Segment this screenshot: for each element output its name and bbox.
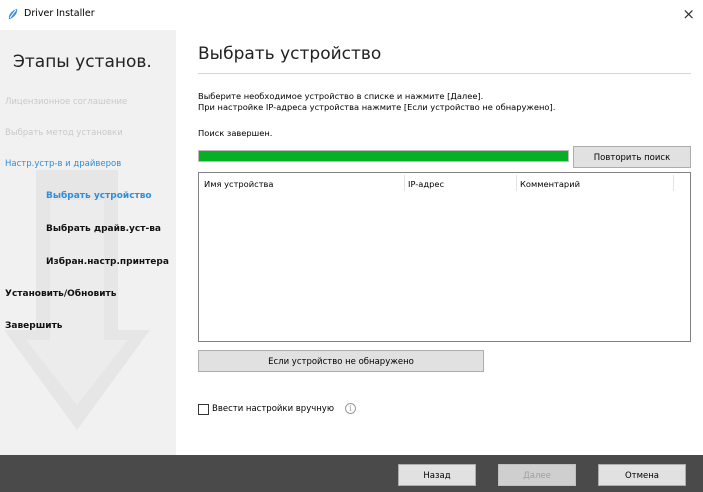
instruction-line-2: При настройке IP-адреса устройства нажми… (198, 102, 556, 112)
column-header-comment[interactable]: Комментарий (520, 179, 580, 189)
step-printer-settings: Избран.настр.принтера (46, 257, 169, 267)
instruction-line-1: Выберите необходимое устройство в списке… (198, 91, 484, 101)
step-finish: Завершить (5, 321, 63, 331)
search-status: Поиск завершен. (198, 128, 273, 138)
pen-swirl-icon (8, 9, 18, 19)
step-license-agreement: Лицензионное соглашение (5, 97, 128, 107)
close-icon[interactable]: × (682, 5, 695, 23)
step-install-update: Установить/Обновить (5, 289, 117, 299)
column-divider (404, 175, 405, 191)
step-select-device: Выбрать устройство (46, 191, 152, 201)
title-bar: Driver Installer × (0, 0, 703, 30)
window-title: Driver Installer (24, 8, 95, 19)
back-button[interactable]: Назад (398, 464, 476, 486)
cancel-button[interactable]: Отмена (598, 464, 686, 486)
title-divider (198, 73, 691, 74)
column-divider (673, 175, 674, 191)
retry-search-button[interactable]: Повторить поиск (573, 146, 691, 168)
step-select-install-method: Выбрать метод установки (5, 128, 123, 138)
column-header-device-name[interactable]: Имя устройства (204, 179, 274, 189)
sidebar-title: Этапы установ. (13, 52, 152, 72)
column-header-ip-address[interactable]: IP-адрес (408, 179, 444, 189)
step-device-driver-settings: Настр.устр-в и драйверов (5, 159, 122, 169)
manual-settings-checkbox[interactable] (198, 404, 209, 415)
device-not-found-button[interactable]: Если устройство не обнаружено (198, 350, 484, 372)
footer-bar: Назад Далее Отмена (0, 455, 703, 492)
search-progress-bar (198, 150, 569, 162)
next-button[interactable]: Далее (498, 464, 576, 486)
manual-settings-label[interactable]: Ввести настройки вручную (212, 404, 334, 414)
steps-sidebar: Этапы установ. Лицензионное соглашение В… (0, 30, 176, 455)
step-select-driver: Выбрать драйв.уст-ва (46, 224, 161, 234)
device-list-table[interactable]: Имя устройства IP-адрес Комментарий (198, 172, 691, 342)
arrow-watermark-icon (4, 170, 150, 430)
page-title: Выбрать устройство (198, 44, 382, 64)
progress-fill (199, 151, 568, 161)
info-icon[interactable]: i (345, 403, 356, 414)
column-divider (516, 175, 517, 191)
